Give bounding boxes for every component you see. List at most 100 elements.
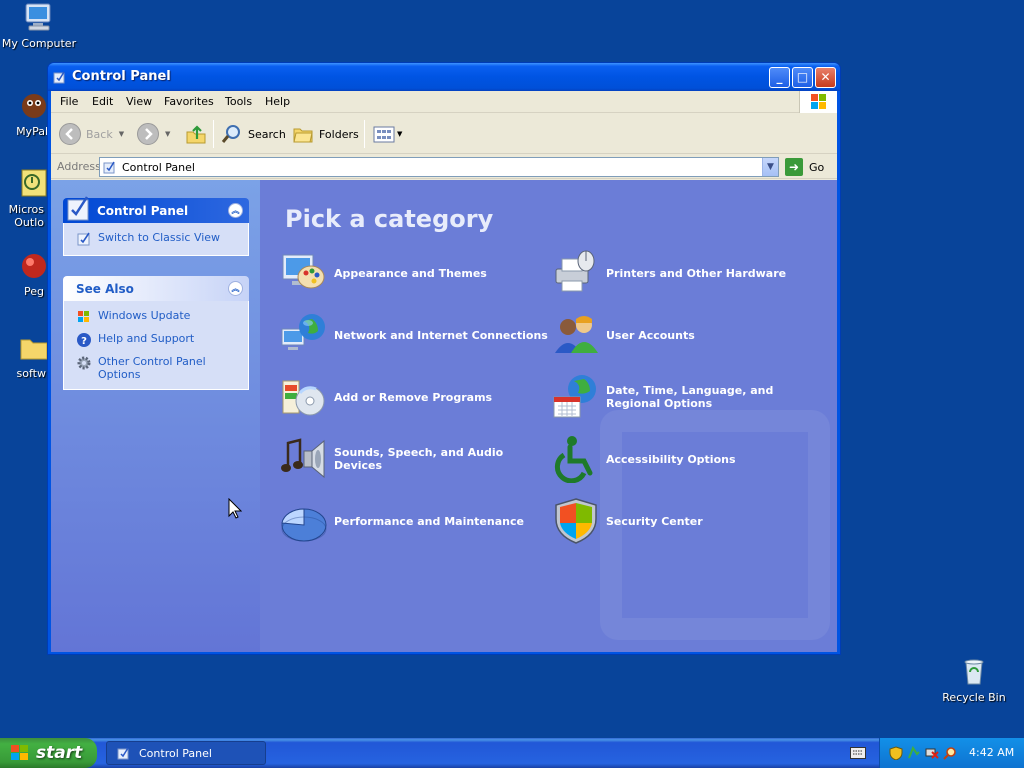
taskbar-item-control-panel[interactable]: Control Panel xyxy=(106,741,266,765)
desktop-icon-peg[interactable]: Peg xyxy=(0,250,48,298)
network-disconnected-tray-icon[interactable] xyxy=(925,746,939,760)
category-label: Performance and Maintenance xyxy=(334,514,524,528)
go-button[interactable]: ➜ Go xyxy=(785,158,824,176)
desktop-icon-software-folder[interactable]: softw xyxy=(0,332,48,380)
menu-view[interactable]: View xyxy=(126,95,152,108)
search-label: Search xyxy=(248,127,286,141)
category-security-center[interactable]: Security Center xyxy=(552,496,822,546)
category-label: Appearance and Themes xyxy=(334,266,487,280)
category-label: Network and Internet Connections xyxy=(334,328,548,342)
other-control-panel-options-link[interactable]: Other Control Panel Options xyxy=(76,355,248,381)
control-panel-icon xyxy=(53,70,67,84)
search-tray-icon[interactable] xyxy=(943,746,957,760)
search-button[interactable]: Search xyxy=(221,121,286,147)
folders-label: Folders xyxy=(319,127,359,141)
keyboard-icon[interactable] xyxy=(850,747,866,759)
accessibility-icon xyxy=(552,435,600,484)
classic-view-icon xyxy=(76,231,92,247)
back-button[interactable]: Back ▼ xyxy=(59,121,124,147)
outlook-icon xyxy=(18,168,50,200)
folders-button[interactable]: Folders xyxy=(292,121,359,147)
menu-favorites[interactable]: Favorites xyxy=(164,95,214,108)
category-label: Security Center xyxy=(606,514,703,528)
search-icon xyxy=(221,123,243,145)
close-button[interactable]: ✕ xyxy=(815,67,836,88)
control-panel-box-title: Control Panel xyxy=(97,204,189,218)
forward-dropdown-icon[interactable]: ▼ xyxy=(165,130,170,138)
windows-logo-icon xyxy=(10,743,30,763)
desktop-icon-recycle-bin[interactable]: Recycle Bin xyxy=(935,656,1013,704)
switch-to-classic-view-link[interactable]: Switch to Classic View xyxy=(76,231,248,247)
category-sounds-speech-audio[interactable]: Sounds, Speech, and Audio Devices xyxy=(280,434,550,484)
collapse-icon[interactable]: ︽ xyxy=(228,281,243,296)
toolbar: Back ▼ ▼ Search Folders ▼ xyxy=(51,114,837,154)
category-printers-and-other-hardware[interactable]: Printers and Other Hardware xyxy=(552,248,822,298)
collapse-icon[interactable]: ︽ xyxy=(228,203,243,218)
control-panel-icon xyxy=(117,746,131,760)
security-shield-tray-icon[interactable] xyxy=(889,746,903,761)
window-title: Control Panel xyxy=(72,69,171,84)
category-add-or-remove-programs[interactable]: Add or Remove Programs xyxy=(280,372,550,422)
add-remove-programs-icon xyxy=(280,373,328,421)
menu-file[interactable]: File xyxy=(60,95,78,108)
windows-update-icon xyxy=(76,309,92,325)
menu-help[interactable]: Help xyxy=(265,95,290,108)
views-button[interactable]: ▼ xyxy=(373,121,402,147)
control-panel-box-header[interactable]: Control Panel ︽ xyxy=(63,196,249,223)
forward-button[interactable]: ▼ xyxy=(137,121,170,147)
category-performance-and-maintenance[interactable]: Performance and Maintenance xyxy=(280,496,550,546)
views-dropdown-icon[interactable]: ▼ xyxy=(397,130,402,138)
views-icon xyxy=(373,123,395,145)
pick-a-category-title: Pick a category xyxy=(285,205,494,233)
printers-hardware-icon xyxy=(552,249,600,297)
category-accessibility-options[interactable]: Accessibility Options xyxy=(552,434,822,484)
address-value: Control Panel xyxy=(122,161,195,174)
address-input[interactable]: Control Panel ▼ xyxy=(99,157,779,177)
start-button[interactable]: start xyxy=(0,738,97,768)
desktop-icon-my-computer[interactable]: My Computer xyxy=(0,2,78,50)
performance-maintenance-icon xyxy=(280,497,328,545)
desktop-icon-label: Micros Outlo xyxy=(8,203,44,229)
folder-icon xyxy=(18,332,50,364)
see-also-box-header[interactable]: See Also ︽ xyxy=(63,276,249,301)
see-also-box-body: Windows Update ? Help and Support Other … xyxy=(63,301,249,390)
taskbar-clock[interactable]: 4:42 AM xyxy=(969,746,1014,759)
category-network-and-internet[interactable]: Network and Internet Connections xyxy=(280,310,550,360)
update-tray-icon[interactable] xyxy=(907,745,921,760)
gear-icon xyxy=(76,355,92,371)
user-accounts-icon xyxy=(552,311,600,359)
task-pane: Control Panel ︽ Switch to Classic View S… xyxy=(51,180,260,652)
minimize-button[interactable]: _ xyxy=(769,67,790,88)
see-also-title: See Also xyxy=(76,282,134,296)
desktop-icon-label: softw xyxy=(16,367,46,380)
menu-edit[interactable]: Edit xyxy=(92,95,113,108)
address-dropdown-icon[interactable]: ▼ xyxy=(762,158,778,176)
category-user-accounts[interactable]: User Accounts xyxy=(552,310,822,360)
peg-game-icon xyxy=(18,250,50,282)
category-appearance-and-themes[interactable]: Appearance and Themes xyxy=(280,248,550,298)
control-panel-box: Control Panel ︽ Switch to Classic View xyxy=(63,196,249,256)
link-label: Windows Update xyxy=(98,309,191,322)
windows-update-link[interactable]: Windows Update xyxy=(76,309,248,325)
category-date-time-language-regional[interactable]: Date, Time, Language, and Regional Optio… xyxy=(552,372,822,422)
desktop-icon-microsoft-outlook[interactable]: Micros Outlo xyxy=(0,168,48,229)
menu-tools[interactable]: Tools xyxy=(225,95,252,108)
minimize-icon: _ xyxy=(776,70,783,84)
mouse-cursor-icon xyxy=(228,497,243,520)
help-icon: ? xyxy=(76,332,92,348)
see-also-box: See Also ︽ Windows Update ? Help and Sup… xyxy=(63,276,249,390)
appearance-themes-icon xyxy=(280,249,328,297)
category-area: Pick a category Appearance and Themes Ne… xyxy=(260,180,837,652)
forward-arrow-icon xyxy=(137,123,159,145)
help-and-support-link[interactable]: ? Help and Support xyxy=(76,332,248,348)
back-dropdown-icon[interactable]: ▼ xyxy=(119,130,124,138)
maximize-icon: □ xyxy=(796,70,809,84)
date-time-language-icon xyxy=(552,373,600,421)
my-computer-icon xyxy=(23,2,55,34)
up-folder-button[interactable] xyxy=(185,121,207,147)
category-label: Accessibility Options xyxy=(606,452,736,466)
window-titlebar[interactable]: Control Panel _ □ ✕ xyxy=(48,63,840,91)
maximize-button[interactable]: □ xyxy=(792,67,813,88)
svg-text:?: ? xyxy=(81,336,87,347)
category-label: User Accounts xyxy=(606,328,695,342)
